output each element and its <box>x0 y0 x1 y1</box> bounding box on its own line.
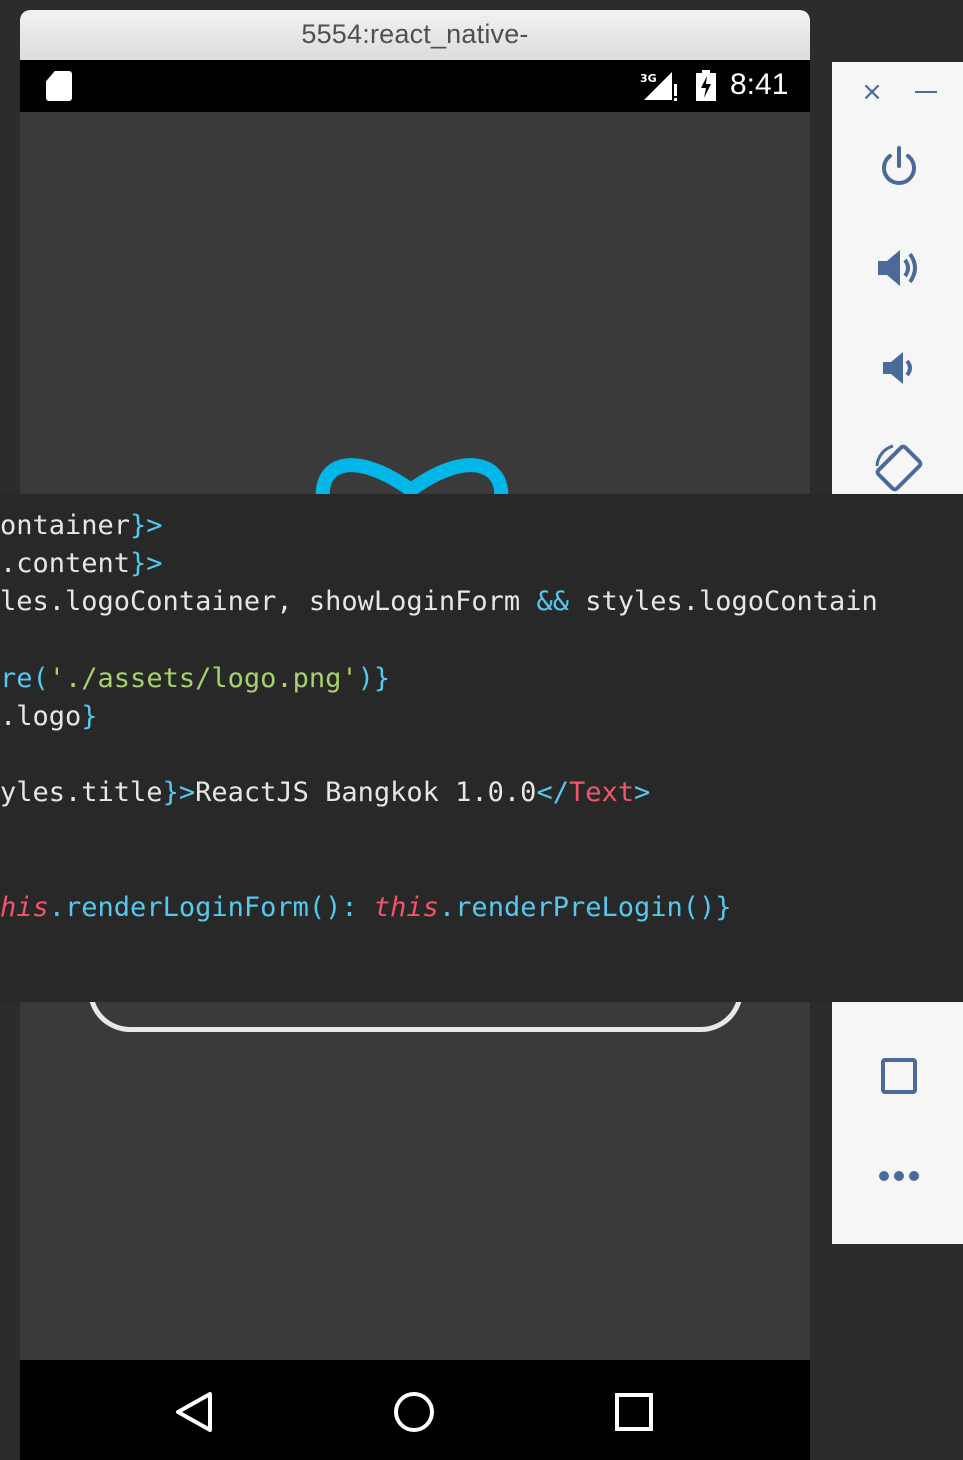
react-logo-icon <box>315 458 509 502</box>
signal-3g-icon: 3G <box>640 72 677 101</box>
volume-up-icon[interactable] <box>871 240 927 296</box>
sd-card-icon <box>46 71 72 101</box>
svg-text:3G: 3G <box>640 72 657 85</box>
android-nav-bar <box>20 1360 810 1460</box>
status-clock: 8:41 <box>730 68 789 101</box>
home-icon[interactable] <box>392 1390 436 1434</box>
window-title: 5554:react_native- <box>301 19 529 49</box>
code-editor-overlay: ontainer}> .content}> les.logoContainer,… <box>0 494 963 1002</box>
power-icon[interactable] <box>871 138 927 194</box>
rotate-icon[interactable] <box>871 440 927 496</box>
close-icon[interactable]: × <box>854 74 890 110</box>
volume-down-icon[interactable] <box>871 340 927 396</box>
overview-icon[interactable] <box>871 1048 927 1104</box>
code-line: .logo} <box>0 701 98 732</box>
code-line: .content}> <box>0 548 163 579</box>
code-line: re('./assets/logo.png')} <box>0 663 391 694</box>
window-titlebar[interactable]: 5554:react_native- <box>20 10 810 60</box>
minimize-icon[interactable] <box>908 74 944 110</box>
code-line: ontainer}> <box>0 510 163 541</box>
more-options-icon[interactable] <box>871 1148 927 1204</box>
back-icon[interactable] <box>172 1390 216 1434</box>
code-line: les.logoContainer, showLoginForm && styl… <box>0 586 878 617</box>
android-status-bar: 3G 8:41 <box>20 60 810 112</box>
recent-apps-icon[interactable] <box>612 1390 656 1434</box>
code-line: yles.title}>ReactJS Bangkok 1.0.0</Text> <box>0 777 651 808</box>
battery-icon <box>696 70 716 101</box>
code-line: his.renderLoginForm(): this.renderPreLog… <box>0 892 732 923</box>
